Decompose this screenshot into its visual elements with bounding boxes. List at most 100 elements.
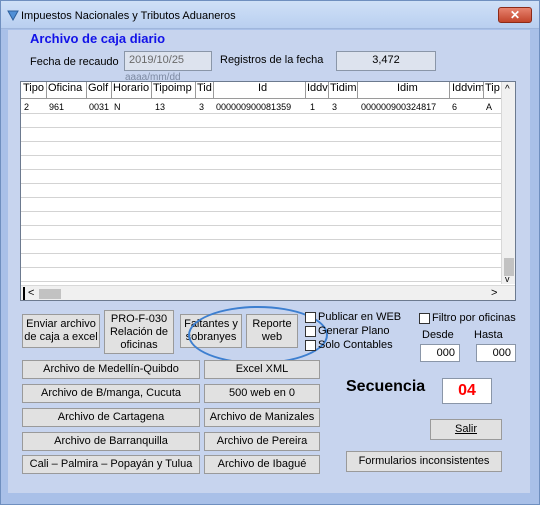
registros-label: Registros de la fecha — [220, 54, 324, 66]
horizontal-scroll-thumb[interactable] — [39, 289, 61, 299]
registros-field: 3,472 — [336, 51, 436, 71]
generar-plano-label: Generar Plano — [318, 325, 390, 337]
pro-f-030-button[interactable]: PRO-F-030 Relación de oficinas — [104, 310, 174, 354]
excel-xml-button[interactable]: Excel XML — [204, 360, 320, 379]
window-title: Impuestos Nacionales y Tributos Aduanero… — [21, 10, 236, 22]
table-cell: N — [114, 102, 121, 112]
column-header[interactable]: Idim — [397, 82, 418, 99]
column-divider — [449, 82, 450, 99]
table-cell: 2 — [24, 102, 30, 112]
secuencia-label: Secuencia — [346, 378, 426, 395]
row-divider — [21, 155, 501, 156]
solo-contables-checkbox[interactable] — [305, 340, 316, 351]
cali-button[interactable]: Cali – Palmira – Popayán y Tulua — [22, 455, 200, 474]
pereira-button[interactable]: Archivo de Pereira — [204, 432, 320, 451]
table-cell: A — [486, 102, 493, 112]
vertical-scrollbar[interactable]: ^ v — [501, 82, 515, 284]
column-header[interactable]: Tidim — [330, 82, 356, 99]
column-divider — [328, 82, 329, 99]
medellin-button[interactable]: Archivo de Medellín-Quibdo — [22, 360, 200, 379]
table-cell: 0031 — [89, 102, 110, 112]
fecha-recaudo-field[interactable]: 2019/10/25 — [124, 51, 212, 71]
manizales-button[interactable]: Archivo de Manizales — [204, 408, 320, 427]
publicar-web-label: Publicar en WEB — [318, 311, 402, 323]
row-divider — [21, 281, 501, 282]
row-divider — [21, 197, 501, 198]
filtro-oficinas-checkbox[interactable] — [419, 313, 430, 324]
column-header[interactable]: Tipo — [23, 82, 44, 99]
table-cell: 961 — [49, 102, 65, 112]
column-header[interactable]: Iddv — [307, 82, 328, 99]
bmanga-button[interactable]: Archivo de B/manga, Cucuta — [22, 384, 200, 403]
column-divider — [46, 82, 47, 99]
table-cell: 13 — [155, 102, 166, 112]
desde-input[interactable]: 000 — [420, 344, 460, 362]
row-divider — [21, 267, 501, 268]
row-divider — [21, 239, 501, 240]
column-header[interactable]: Oficina — [48, 82, 82, 99]
column-header[interactable]: Id — [258, 82, 267, 99]
horizontal-scrollbar[interactable]: < > — [21, 285, 515, 300]
column-divider — [357, 82, 358, 99]
column-header[interactable]: Tid — [197, 82, 212, 99]
page-title: Archivo de caja diario — [30, 31, 166, 46]
row-divider — [21, 141, 501, 142]
enviar-archivo-button[interactable]: Enviar archivo de caja a excel — [22, 314, 100, 348]
column-divider — [213, 82, 214, 99]
column-divider — [483, 82, 484, 99]
column-divider — [151, 82, 152, 99]
scroll-left-icon[interactable]: < — [28, 287, 34, 299]
hasta-label: Hasta — [474, 329, 503, 341]
secuencia-value: 04 — [442, 378, 492, 404]
table-cell: 000000900324817 — [361, 102, 437, 112]
barranquilla-button[interactable]: Archivo de Barranquilla — [22, 432, 200, 451]
publicar-web-checkbox[interactable] — [305, 312, 316, 323]
column-header[interactable]: Tip — [485, 82, 500, 99]
filtro-oficinas-label: Filtro por oficinas — [432, 312, 516, 324]
button-label: Salir — [454, 423, 477, 435]
data-grid[interactable]: Tipo Oficina Golf Horario Tipoimp Tid Id… — [20, 81, 516, 301]
column-header[interactable]: Horario — [113, 82, 149, 99]
row-divider — [21, 183, 501, 184]
column-header[interactable]: Iddvim — [452, 82, 484, 99]
row-divider — [21, 127, 501, 128]
row-divider — [21, 113, 501, 114]
title-bar: Impuestos Nacionales y Tributos Aduanero… — [1, 1, 539, 29]
scroll-down-icon[interactable]: v — [505, 274, 510, 284]
table-cell: 6 — [452, 102, 458, 112]
salir-button[interactable]: Salir — [430, 419, 502, 440]
column-header[interactable]: Tipoimp — [153, 82, 192, 99]
column-divider — [305, 82, 306, 99]
button-label: PRO-F-030 — [110, 312, 168, 325]
close-button[interactable]: ✕ — [498, 7, 532, 23]
row-divider — [21, 225, 501, 226]
fecha-recaudo-label: Fecha de recaudo — [30, 56, 119, 68]
cartagena-button[interactable]: Archivo de Cartagena — [22, 408, 200, 427]
table-cell: 3 — [199, 102, 205, 112]
ibague-button[interactable]: Archivo de Ibagué — [204, 455, 320, 474]
table-cell: 000000900081359 — [216, 102, 292, 112]
column-divider — [111, 82, 112, 99]
row-divider — [21, 169, 501, 170]
app-icon — [7, 10, 19, 21]
scroll-up-icon[interactable]: ^ — [505, 84, 510, 95]
scroll-right-icon[interactable]: > — [491, 287, 497, 299]
table-cell: 1 — [310, 102, 316, 112]
row-divider — [21, 211, 501, 212]
column-divider — [86, 82, 87, 99]
formularios-inconsistentes-button[interactable]: Formularios inconsistentes — [346, 451, 502, 472]
button-label: Enviar archivo — [26, 318, 96, 330]
desde-label: Desde — [422, 329, 454, 341]
button-label: Relación de — [109, 325, 169, 338]
column-header[interactable]: Golf — [88, 82, 108, 99]
button-label: de caja a excel — [24, 331, 98, 343]
table-cell: 3 — [332, 102, 338, 112]
row-divider — [21, 253, 501, 254]
web-500-button[interactable]: 500 web en 0 — [204, 384, 320, 403]
solo-contables-label: Solo Contables — [318, 339, 393, 351]
hasta-input[interactable]: 000 — [476, 344, 516, 362]
button-label: oficinas — [120, 338, 158, 351]
scroll-start-marker — [23, 287, 25, 300]
generar-plano-checkbox[interactable] — [305, 326, 316, 337]
column-divider — [195, 82, 196, 99]
